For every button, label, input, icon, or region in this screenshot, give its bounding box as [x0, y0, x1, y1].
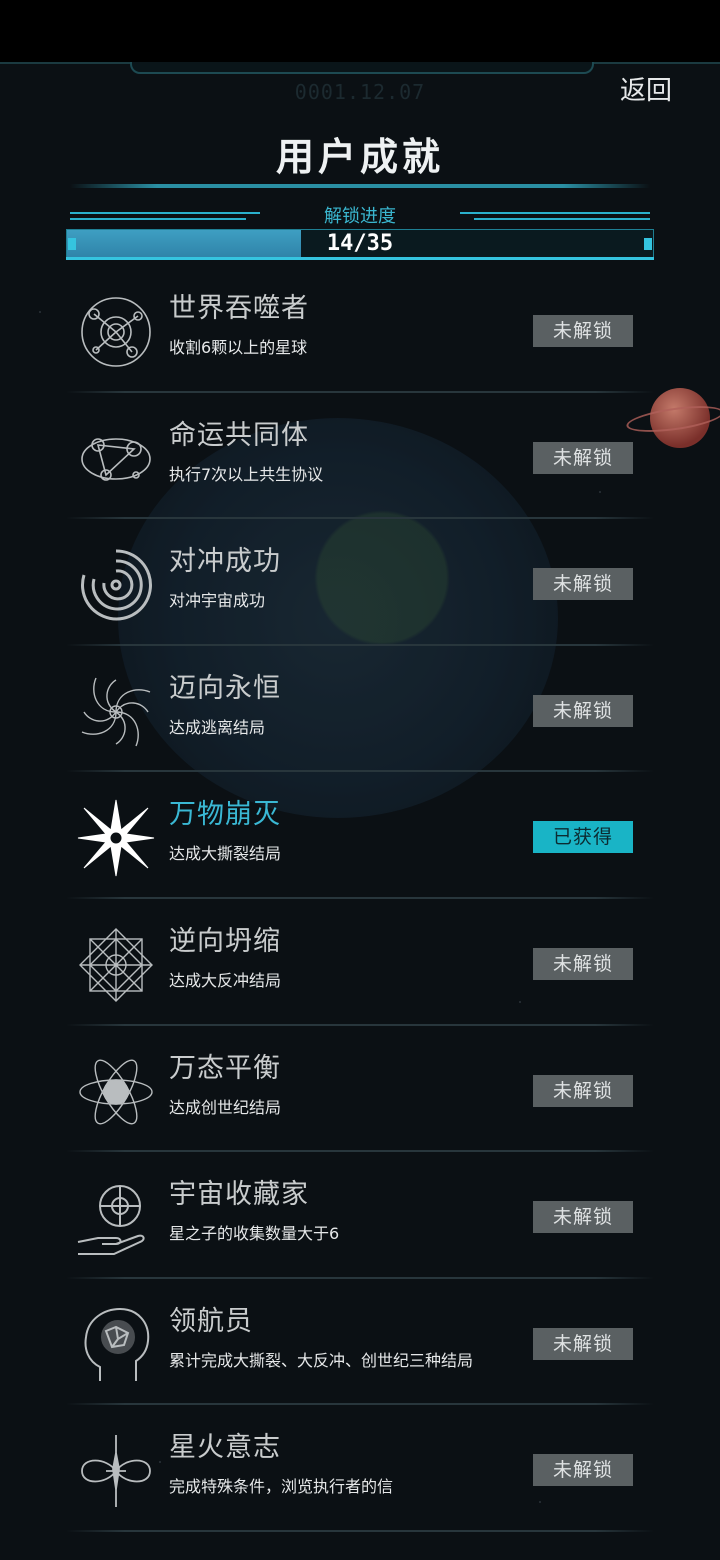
status-badge: 未解锁 [533, 1201, 633, 1234]
atom-icon [76, 1052, 156, 1132]
achievement-desc: 对冲宇宙成功 [169, 591, 266, 611]
achievement-name: 对冲成功 [169, 546, 281, 578]
starburst-icon [76, 798, 156, 878]
achievement-desc: 达成逃离结局 [169, 717, 266, 737]
achievement-item[interactable]: 万物崩灭 达成大撕裂结局 已获得 [66, 772, 654, 899]
progress-count: 14/35 [326, 231, 394, 256]
back-button[interactable]: 返回 [614, 74, 678, 108]
achievement-name: 万态平衡 [169, 1052, 281, 1084]
achievement-desc: 达成大反冲结局 [169, 970, 282, 990]
achievement-item[interactable]: 领航员 累计完成大撕裂、大反冲、创世纪三种结局 未解锁 [66, 1279, 654, 1406]
game-date: 0001.12.07 [294, 80, 426, 104]
title-divider [70, 184, 650, 188]
achievement-list: 世界吞噬者 收割6颗以上的星球 未解锁 命运共同体 执行7次以上共生协议 未解锁… [66, 266, 654, 1532]
status-badge: 未解锁 [533, 1074, 633, 1107]
progress-label: 解锁进度 [324, 206, 396, 227]
orbit-system-icon [76, 292, 156, 372]
mandala-icon [76, 925, 156, 1005]
hand-sphere-icon [76, 1178, 156, 1258]
status-badge: 未解锁 [533, 694, 633, 727]
progress-bar: 14/35 [66, 229, 654, 259]
page-title: 用户成就 [275, 135, 444, 179]
achievement-desc: 星之子的收集数量大于6 [169, 1224, 340, 1244]
achievement-item[interactable]: 逆向坍缩 达成大反冲结局 未解锁 [66, 899, 654, 1026]
achievement-name: 万物崩灭 [169, 799, 281, 831]
status-badge: 未解锁 [533, 1454, 633, 1487]
achievement-desc: 累计完成大撕裂、大反冲、创世纪三种结局 [169, 1350, 474, 1370]
achievement-name: 命运共同体 [169, 419, 309, 451]
status-badge: 未解锁 [533, 947, 633, 980]
achievement-item[interactable]: 世界吞噬者 收割6颗以上的星球 未解锁 [66, 266, 654, 393]
status-badge: 未解锁 [533, 315, 633, 347]
achievement-item[interactable]: 命运共同体 执行7次以上共生协议 未解锁 [66, 393, 654, 520]
achievement-item[interactable]: 对冲成功 对冲宇宙成功 未解锁 [66, 519, 654, 646]
status-badge: 未解锁 [533, 441, 633, 474]
achievement-item[interactable]: 迈向永恒 达成逃离结局 未解锁 [66, 646, 654, 773]
achievement-desc: 执行7次以上共生协议 [169, 464, 324, 484]
achievement-item[interactable]: 宇宙收藏家 星之子的收集数量大于6 未解锁 [66, 1152, 654, 1279]
vortex-icon [76, 672, 156, 752]
planets-link-icon [76, 419, 156, 499]
achievement-name: 世界吞噬者 [169, 293, 309, 324]
achievement-desc: 达成创世纪结局 [169, 1097, 282, 1117]
status-badge: 已获得 [533, 821, 633, 854]
achievement-name: 宇宙收藏家 [169, 1179, 309, 1211]
infinity-star-icon [76, 1431, 156, 1511]
achievement-item[interactable]: 万态平衡 达成创世纪结局 未解锁 [66, 1026, 654, 1153]
achievement-name: 迈向永恒 [169, 672, 281, 704]
achievement-desc: 收割6颗以上的星球 [169, 338, 308, 357]
achievement-desc: 达成大撕裂结局 [169, 844, 282, 864]
status-bar [0, 0, 720, 62]
achievement-name: 逆向坍缩 [169, 925, 281, 957]
achievement-item[interactable]: 星火意志 完成特殊条件，浏览执行者的信 未解锁 [66, 1405, 654, 1532]
status-badge: 未解锁 [533, 1327, 633, 1360]
unlock-progress: 解锁进度 14/35 [66, 202, 654, 262]
panel-frame [0, 62, 720, 78]
achievement-name: 星火意志 [169, 1432, 281, 1464]
achievement-name: 领航员 [169, 1305, 253, 1337]
achievement-desc: 完成特殊条件，浏览执行者的信 [169, 1477, 394, 1497]
status-badge: 未解锁 [533, 568, 633, 601]
swirl-icon [76, 545, 156, 625]
brain-head-icon [76, 1305, 156, 1385]
